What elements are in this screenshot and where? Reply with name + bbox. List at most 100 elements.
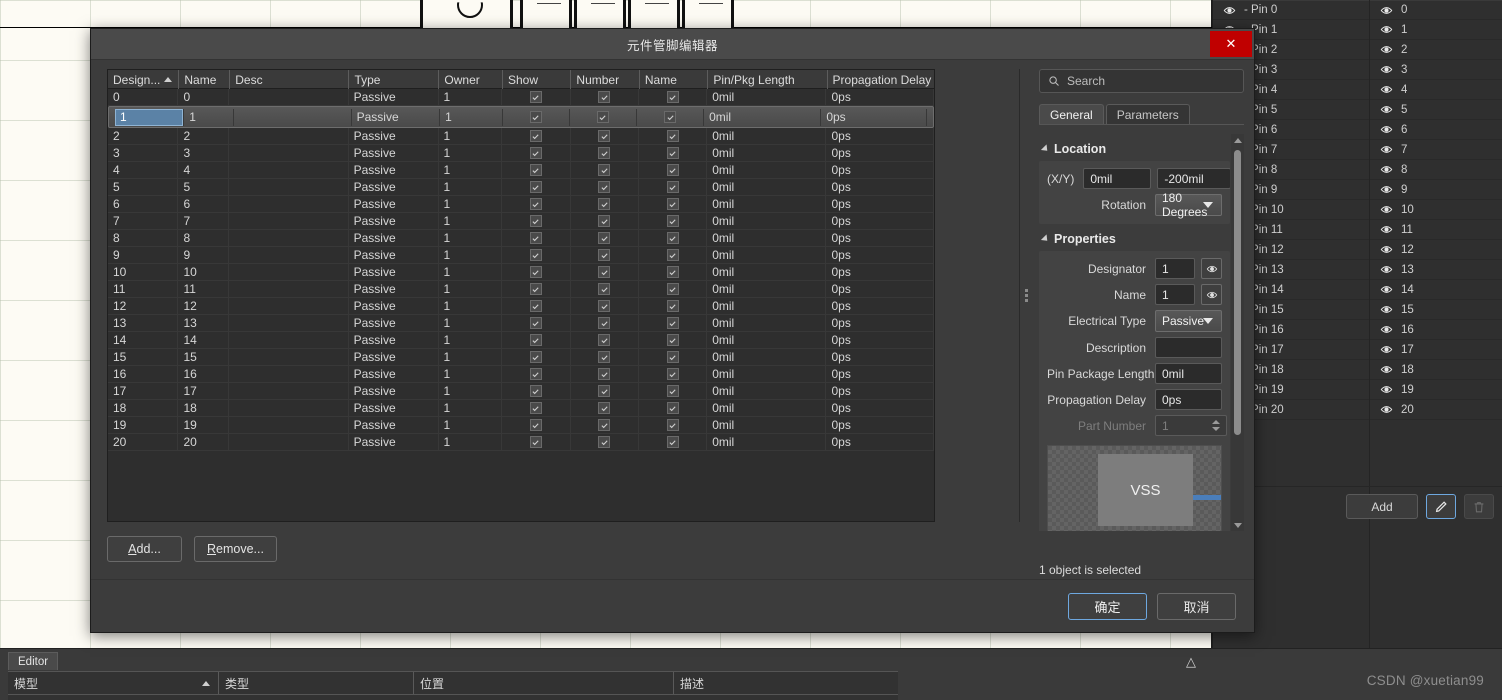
table-row[interactable]: 1 1 Passive 1 0mil 0ps	[108, 106, 934, 128]
checkbox[interactable]	[666, 385, 679, 397]
close-icon[interactable]: ✕	[1210, 31, 1252, 57]
checkbox[interactable]	[664, 111, 677, 123]
checkbox[interactable]	[666, 419, 679, 431]
checkbox[interactable]	[598, 317, 611, 329]
checkbox[interactable]	[529, 419, 542, 431]
cell-name-visible[interactable]	[639, 263, 708, 281]
grid-column-header[interactable]: Design...	[108, 70, 178, 89]
cell-show[interactable]	[502, 365, 571, 383]
checkbox[interactable]	[666, 164, 679, 176]
checkbox[interactable]	[529, 181, 542, 193]
designator-field[interactable]: 1	[1155, 258, 1195, 279]
propagation-delay-field[interactable]: 0ps	[1155, 389, 1222, 410]
cell-show[interactable]	[502, 178, 571, 196]
symbol-shape[interactable]	[520, 0, 572, 28]
checkbox[interactable]	[529, 300, 542, 312]
checkbox[interactable]	[598, 402, 611, 414]
checkbox[interactable]	[598, 300, 611, 312]
cell-number[interactable]	[571, 212, 639, 230]
checkbox[interactable]	[666, 334, 679, 346]
bottom-table[interactable]: 模型 类型 位置 描述	[8, 671, 898, 700]
cell-name-visible[interactable]	[639, 297, 708, 315]
cell-name-visible[interactable]	[639, 229, 708, 247]
list-item[interactable]: 1	[1370, 20, 1502, 40]
list-item[interactable]: 13	[1370, 260, 1502, 280]
pin-grid[interactable]: Design... Name Desc Type Owner Show Number Name…	[107, 69, 935, 522]
grid-column-header[interactable]: Show	[501, 70, 570, 89]
checkbox[interactable]	[666, 368, 679, 380]
grid-column-header[interactable]: Type	[348, 70, 438, 89]
cell-number[interactable]	[571, 127, 639, 145]
y-field[interactable]: -200mil	[1157, 168, 1230, 189]
checkbox[interactable]	[598, 181, 611, 193]
cell-show[interactable]	[502, 348, 571, 366]
checkbox[interactable]	[666, 198, 679, 210]
checkbox[interactable]	[598, 232, 611, 244]
cell-name-visible[interactable]	[637, 108, 705, 126]
grid-column-header[interactable]: Desc	[229, 70, 348, 89]
cell-show[interactable]	[502, 246, 571, 264]
add-pin-button[interactable]: Add...	[107, 536, 182, 562]
table-row[interactable]: 12 12 Passive 1 0mil 0ps	[108, 297, 934, 315]
cell-number[interactable]	[571, 365, 639, 383]
checkbox[interactable]	[529, 111, 542, 123]
cell-show[interactable]	[502, 382, 571, 400]
table-row[interactable]: 17 17 Passive 1 0mil 0ps	[108, 382, 934, 400]
checkbox[interactable]	[598, 147, 611, 159]
cell-name-visible[interactable]	[639, 433, 708, 451]
checkbox[interactable]	[598, 91, 611, 103]
table-row[interactable]: 7 7 Passive 1 0mil 0ps	[108, 212, 934, 230]
checkbox[interactable]	[529, 402, 542, 414]
checkbox[interactable]	[529, 249, 542, 261]
checkbox[interactable]	[666, 317, 679, 329]
chevron-up-icon[interactable]: △	[1186, 654, 1196, 670]
checkbox[interactable]	[529, 317, 542, 329]
checkbox[interactable]	[666, 147, 679, 159]
list-item[interactable]: 8	[1370, 160, 1502, 180]
bottom-column-header[interactable]: 描述	[673, 672, 898, 694]
panel-splitter[interactable]	[1019, 69, 1033, 522]
checkbox[interactable]	[666, 351, 679, 363]
list-item[interactable]: 6	[1370, 120, 1502, 140]
checkbox[interactable]	[529, 334, 542, 346]
cell-number[interactable]	[571, 144, 639, 162]
list-item[interactable]: 3	[1370, 60, 1502, 80]
cell-name-visible[interactable]	[639, 280, 708, 298]
cell-number[interactable]	[571, 433, 639, 451]
cell-show[interactable]	[502, 195, 571, 213]
checkbox[interactable]	[598, 164, 611, 176]
x-field[interactable]: 0mil	[1083, 168, 1152, 189]
list-item[interactable]: 20	[1370, 400, 1502, 420]
cell-show[interactable]	[502, 280, 571, 298]
cell-show[interactable]	[502, 161, 571, 179]
cell-number[interactable]	[571, 280, 639, 298]
tab-parameters[interactable]: Parameters	[1105, 104, 1190, 124]
cell-number[interactable]	[571, 399, 639, 417]
list-item[interactable]: 4	[1370, 80, 1502, 100]
checkbox[interactable]	[666, 249, 679, 261]
cell-number[interactable]	[571, 178, 639, 196]
cell-number[interactable]	[571, 416, 639, 434]
cell-show[interactable]	[502, 212, 571, 230]
checkbox[interactable]	[666, 402, 679, 414]
cell-show[interactable]	[502, 89, 571, 106]
checkbox[interactable]	[666, 232, 679, 244]
cell-name-visible[interactable]	[639, 365, 708, 383]
search-input[interactable]: Search	[1039, 69, 1244, 93]
cell-number[interactable]	[571, 195, 639, 213]
list-item[interactable]: 11	[1370, 220, 1502, 240]
checkbox[interactable]	[529, 232, 542, 244]
scrollbar-thumb[interactable]	[1234, 150, 1241, 435]
list-item[interactable]: 2	[1370, 40, 1502, 60]
checkbox[interactable]	[529, 266, 542, 278]
grid-column-header[interactable]: Name	[638, 70, 707, 89]
checkbox[interactable]	[666, 300, 679, 312]
designator-visibility-eye-icon[interactable]	[1201, 258, 1222, 279]
cell-show[interactable]	[502, 144, 571, 162]
cell-number[interactable]	[571, 314, 639, 332]
symbol-shape[interactable]	[628, 0, 680, 28]
checkbox[interactable]	[666, 436, 679, 448]
list-item[interactable]: 9	[1370, 180, 1502, 200]
checkbox[interactable]	[666, 266, 679, 278]
cell-number[interactable]	[571, 382, 639, 400]
